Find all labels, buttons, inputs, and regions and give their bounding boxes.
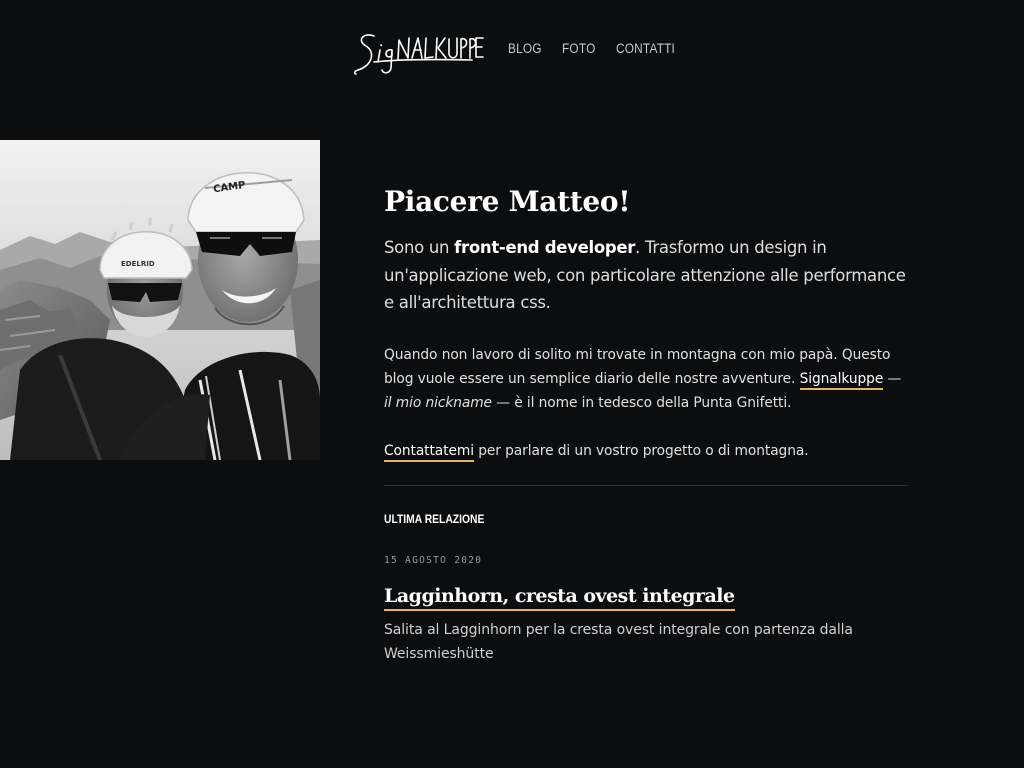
nav-item-contatti[interactable]: CONTATTI [616,40,675,58]
signalkuppe-logo-icon [353,34,484,75]
contact-text: per parlare di un vostro progetto o di m… [473,442,809,459]
post-title-link[interactable]: Lagginhorn, cresta ovest integrale [384,583,735,611]
intro-title: Piacere Matteo! [384,185,631,218]
site-logo[interactable] [352,26,484,80]
latest-section-label: ULTIMA RELAZIONE [384,512,485,526]
profile-photo: EDELRID CAMP [0,140,320,460]
main-nav: BLOG FOTO CONTATTI [508,40,707,58]
site-header: BLOG FOTO CONTATTI [0,0,1024,96]
about-dash: — [883,370,902,387]
contact-link[interactable]: Contattatemi [384,442,474,462]
intro-section: Piacere Matteo! Sono un front-end develo… [384,180,908,463]
post-date: 15 AGOSTO 2020 [384,555,483,566]
lead-highlight: front-end developer [454,238,636,257]
section-divider [384,485,908,486]
nickname-emphasis: il mio nickname [384,394,492,411]
nav-item-blog[interactable]: BLOG [508,40,542,58]
nav-item-foto[interactable]: FOTO [562,40,595,58]
lead-text-start: Sono un [384,238,455,257]
signalkuppe-link[interactable]: Signalkuppe [799,370,883,390]
intro-paragraph-contact: Contattatemi per parlare di un vostro pr… [384,439,908,463]
intro-paragraph-about: Quando non lavoro di solito mi trovate i… [384,343,908,415]
intro-lead: Sono un front-end developer. Trasformo u… [384,234,908,317]
helmet-brand-left: EDELRID [121,260,155,268]
post-excerpt: Salita al Lagginhorn per la cresta ovest… [384,622,853,662]
climbers-photo-icon: EDELRID CAMP [0,140,320,460]
about-text-end: — è il nome in tedesco della Punta Gnife… [491,394,792,411]
